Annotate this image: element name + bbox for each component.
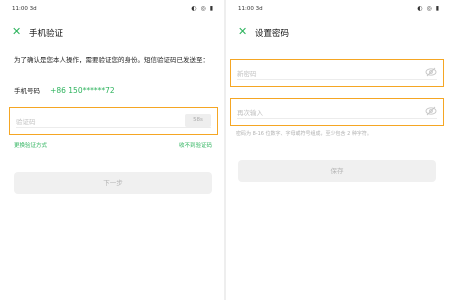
verification-code-input[interactable]: 验证码 (16, 116, 36, 126)
status-time: 11:00 3d (12, 6, 37, 12)
save-button[interactable]: 保存 (238, 160, 436, 182)
verify-phone-screen: 11:00 3d ◐ ◎ ▮ ✕ 手机验证 为了确认是您本人操作，需要验证您的身… (0, 0, 224, 300)
divider (237, 79, 437, 80)
close-icon[interactable]: ✕ (12, 25, 21, 39)
eye-off-icon[interactable] (425, 105, 437, 117)
set-password-screen: 11:00 3d ◐ ◎ ▮ ✕ 设置密码 新密码 再次输入 密码为 8-16 … (226, 0, 450, 300)
divider (237, 118, 437, 119)
phone-row: 手机号码 +86 150******72 (14, 85, 115, 95)
page-title: 设置密码 (255, 29, 290, 39)
page-title: 手机验证 (29, 29, 64, 39)
resend-code-button[interactable]: 58s (185, 114, 211, 127)
verification-code-field[interactable]: 验证码 58s (9, 107, 218, 135)
confirm-password-input[interactable]: 再次输入 (237, 107, 263, 117)
status-icons: ◐ ◎ ▮ (191, 5, 214, 12)
no-code-link[interactable]: 收不到验证码 (179, 141, 212, 149)
header: ✕ 手机验证 (12, 25, 212, 40)
phone-label: 手机号码 (14, 87, 40, 95)
header: ✕ 设置密码 (238, 25, 438, 40)
status-icons: ◐ ◎ ▮ (417, 5, 440, 12)
status-time: 11:00 3d (238, 6, 263, 12)
eye-off-icon[interactable] (425, 66, 437, 78)
new-password-field[interactable]: 新密码 (230, 59, 444, 87)
next-button[interactable]: 下一步 (14, 172, 212, 194)
status-bar: 11:00 3d ◐ ◎ ▮ (12, 5, 214, 16)
status-bar: 11:00 3d ◐ ◎ ▮ (238, 5, 440, 16)
divider (16, 127, 211, 128)
confirm-password-field[interactable]: 再次输入 (230, 98, 444, 126)
phone-number: +86 150******72 (50, 86, 115, 95)
close-icon[interactable]: ✕ (238, 25, 247, 39)
password-hint: 密码为 8-16 位数字、字母或符号组成，至少包含 2 种字符。 (236, 131, 372, 137)
change-method-link[interactable]: 更换验证方式 (14, 141, 47, 149)
verification-description: 为了确认是您本人操作，需要验证您的身份。短信验证码已发送至： (14, 56, 209, 64)
new-password-input[interactable]: 新密码 (237, 68, 257, 78)
